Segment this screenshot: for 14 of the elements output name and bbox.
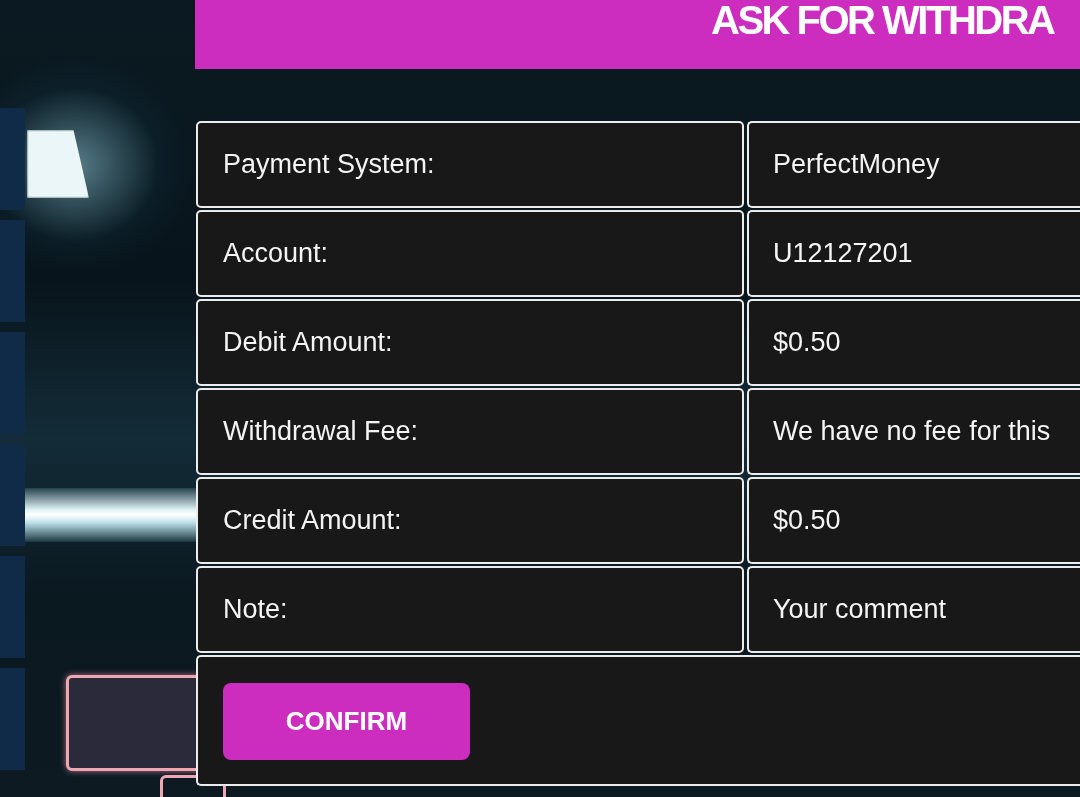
label-cell: Credit Amount:	[196, 477, 744, 564]
label-cell: Debit Amount:	[196, 299, 744, 386]
label-cell: Note:	[196, 566, 744, 653]
value-cell: $0.50	[747, 477, 1080, 564]
value-cell: U12127201	[747, 210, 1080, 297]
label-cell: Payment System:	[196, 121, 744, 208]
label-cell: Withdrawal Fee:	[196, 388, 744, 475]
page-title: ASK FOR WITHDRA	[711, 0, 1054, 40]
value-cell: $0.50	[747, 299, 1080, 386]
value-cell: We have no fee for this	[747, 388, 1080, 475]
label-cell: Account:	[196, 210, 744, 297]
value-cell: Your comment	[747, 566, 1080, 653]
value-cell: PerfectMoney	[747, 121, 1080, 208]
confirm-button[interactable]: CONFIRM	[223, 683, 470, 760]
